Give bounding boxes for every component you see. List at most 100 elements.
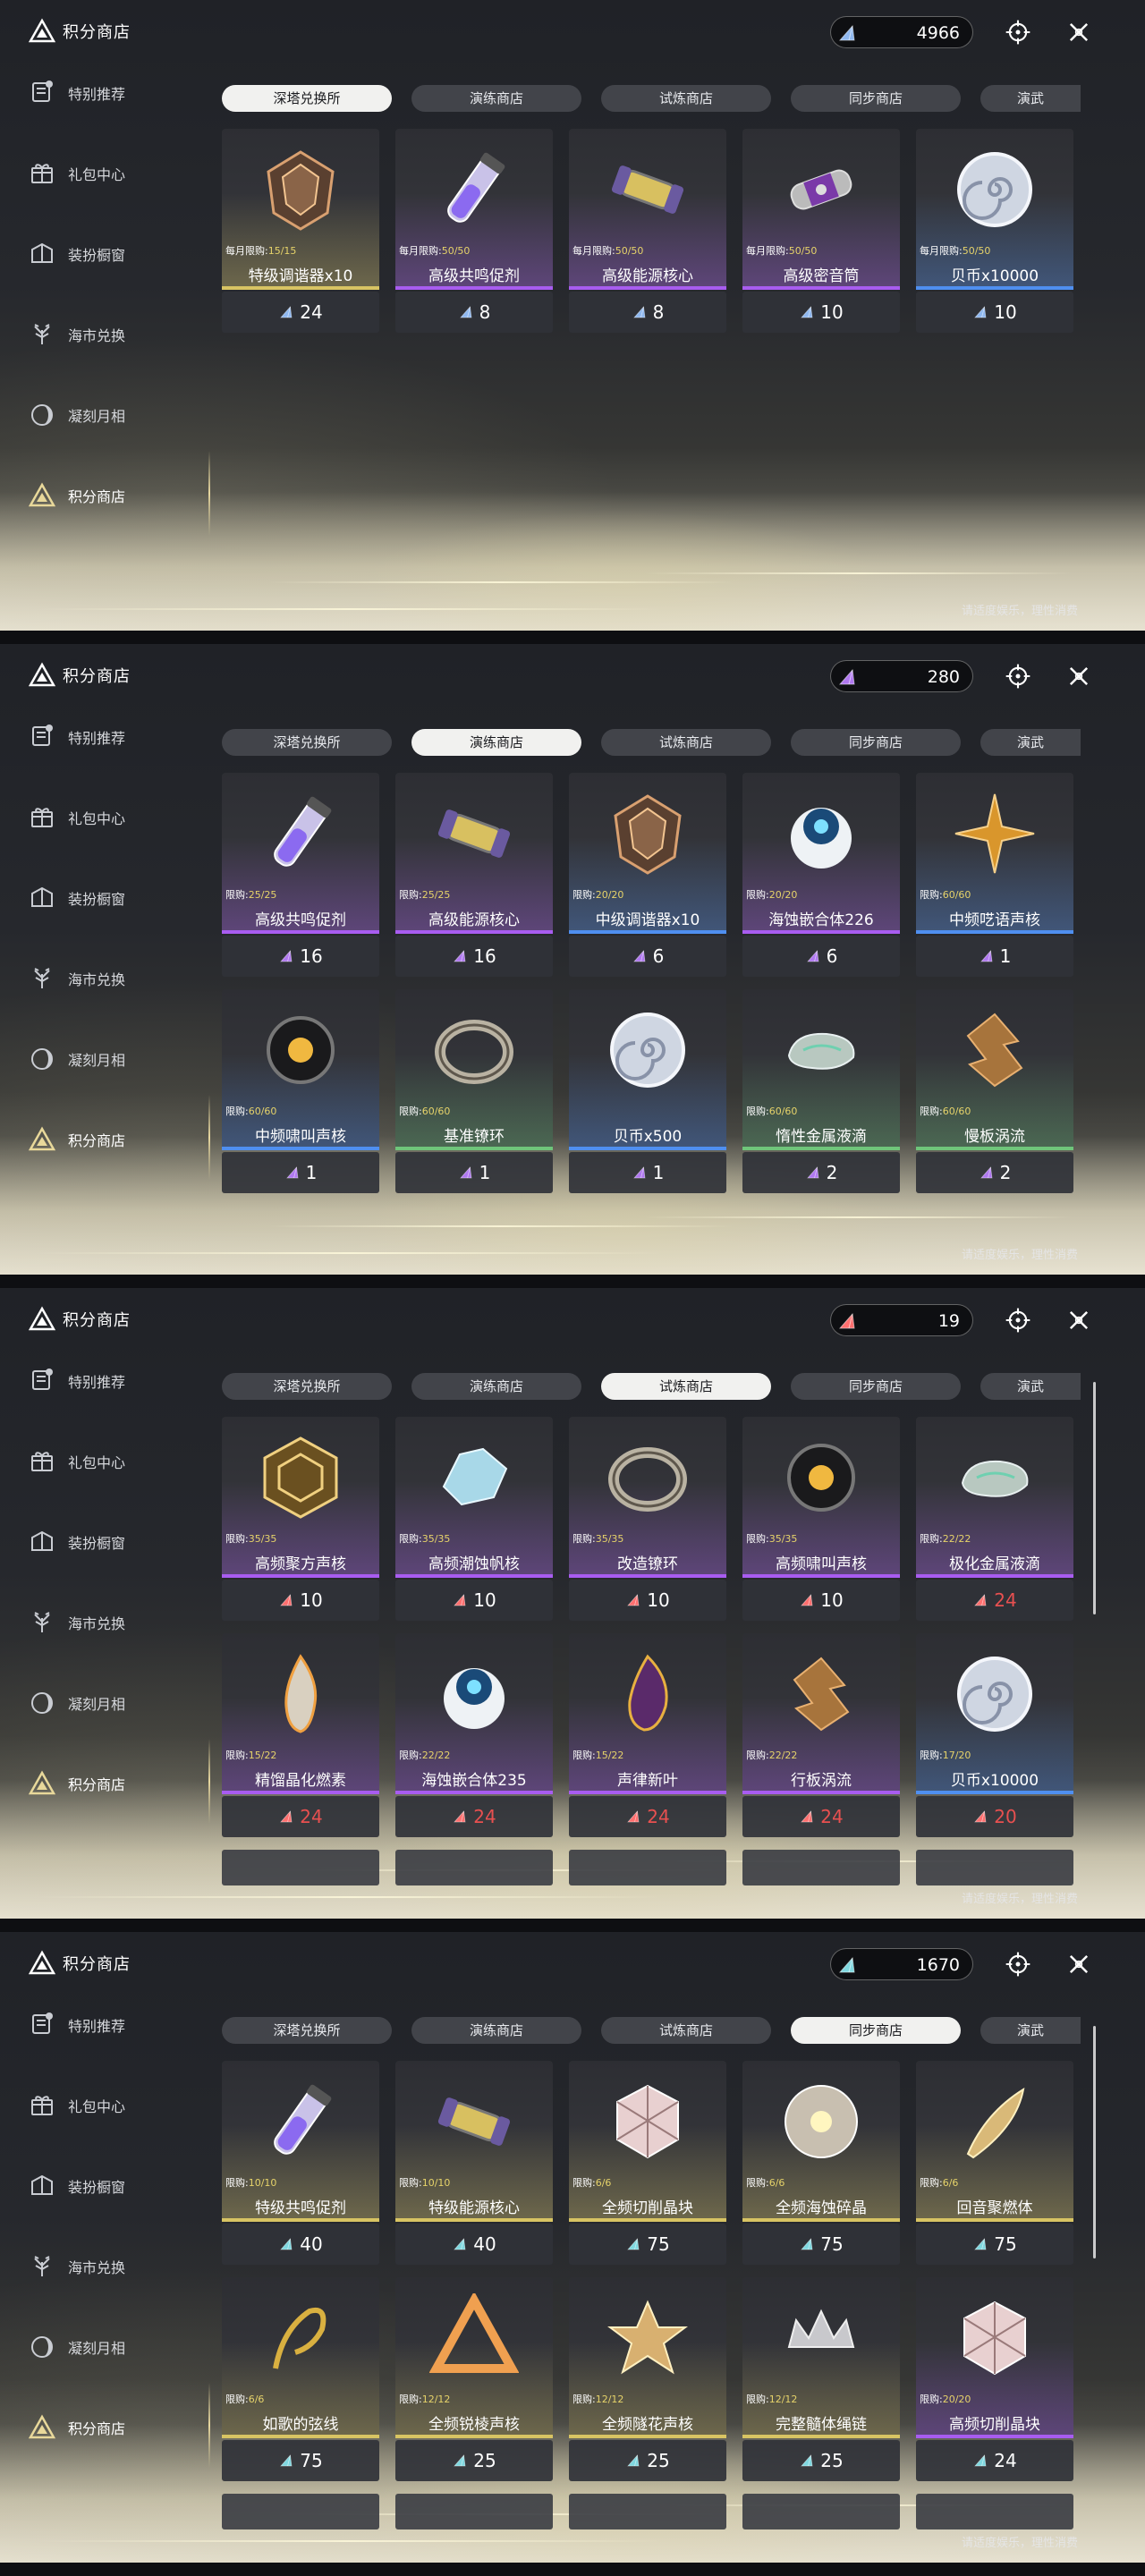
tab-4[interactable]: 演武 bbox=[980, 85, 1081, 112]
item-card[interactable]: 限购:12/12 全频锐棱声核 25 bbox=[395, 2277, 553, 2481]
price-button[interactable]: 24 bbox=[395, 1796, 553, 1837]
tab-2[interactable]: 试炼商店 bbox=[601, 729, 771, 756]
sidebar-item[interactable]: 凝刻月相 bbox=[25, 397, 204, 433]
sidebar-item[interactable]: 特别推荐 bbox=[25, 719, 204, 755]
tab-3[interactable]: 同步商店 bbox=[791, 729, 961, 756]
item-card[interactable]: 限购:10/10 特级能源核心 40 bbox=[395, 2061, 553, 2265]
price-button[interactable]: 24 bbox=[222, 292, 379, 333]
tab-4[interactable]: 演武 bbox=[980, 729, 1081, 756]
item-card[interactable]: 限购:20/20 海蚀嵌合体226 6 bbox=[742, 773, 900, 977]
tab-3[interactable]: 同步商店 bbox=[791, 85, 961, 112]
item-card[interactable]: 限购:20/20 中级调谐器x10 6 bbox=[569, 773, 726, 977]
item-card[interactable]: 限购:6/6 全频海蚀碎晶 75 bbox=[742, 2061, 900, 2265]
tab-3[interactable]: 同步商店 bbox=[791, 1373, 961, 1400]
item-card[interactable]: 限购:10/10 特级共鸣促剂 40 bbox=[222, 2061, 379, 2265]
price-button[interactable]: 1 bbox=[222, 1152, 379, 1193]
sidebar-item[interactable]: 凝刻月相 bbox=[25, 2329, 204, 2365]
price-button[interactable]: 8 bbox=[569, 292, 726, 333]
price-button[interactable]: 75 bbox=[916, 2224, 1073, 2265]
sidebar-item[interactable]: 积分商店 bbox=[25, 1095, 210, 1180]
close-icon[interactable] bbox=[1063, 1948, 1095, 1980]
price-button[interactable]: 2 bbox=[742, 1152, 900, 1193]
tab-3[interactable]: 同步商店 bbox=[791, 2017, 961, 2044]
price-button[interactable]: 75 bbox=[569, 2224, 726, 2265]
scrollbar[interactable] bbox=[1093, 1382, 1096, 1614]
tab-1[interactable]: 演练商店 bbox=[411, 2017, 581, 2044]
price-button[interactable]: 6 bbox=[742, 936, 900, 977]
item-card[interactable]: 限购:22/22 极化金属液滴 24 bbox=[916, 1417, 1073, 1621]
price-button[interactable]: 25 bbox=[395, 2440, 553, 2481]
item-card[interactable]: 限购:35/35 改造镣环 10 bbox=[569, 1417, 726, 1621]
target-icon[interactable] bbox=[1002, 16, 1034, 48]
price-button[interactable]: 24 bbox=[742, 1796, 900, 1837]
tab-0[interactable]: 深塔兑换所 bbox=[222, 729, 392, 756]
item-card[interactable]: 限购:20/20 高频切削晶块 24 bbox=[916, 2277, 1073, 2481]
sidebar-item[interactable]: 特别推荐 bbox=[25, 1363, 204, 1399]
item-card[interactable]: 限购:35/35 高频聚方声核 10 bbox=[222, 1417, 379, 1621]
price-button[interactable]: 10 bbox=[916, 292, 1073, 333]
sidebar-item[interactable]: 凝刻月相 bbox=[25, 1685, 204, 1721]
item-card[interactable]: 每月限购:50/50 高级密音筒 10 bbox=[742, 129, 900, 333]
target-icon[interactable] bbox=[1002, 1304, 1034, 1336]
sidebar-item[interactable]: 积分商店 bbox=[25, 451, 210, 536]
price-button[interactable]: 75 bbox=[742, 2224, 900, 2265]
sidebar-item[interactable]: 特别推荐 bbox=[25, 75, 204, 111]
item-card[interactable]: 限购:15/22 声律新叶 24 bbox=[569, 1633, 726, 1837]
item-card[interactable]: 限购:25/25 高级共鸣促剂 16 bbox=[222, 773, 379, 977]
tab-2[interactable]: 试炼商店 bbox=[601, 1373, 771, 1400]
tab-4[interactable]: 演武 bbox=[980, 2017, 1081, 2044]
price-button[interactable]: 40 bbox=[222, 2224, 379, 2265]
item-card[interactable]: 每月限购:15/15 特级调谐器x10 24 bbox=[222, 129, 379, 333]
item-card[interactable]: 限购:60/60 中频呓语声核 1 bbox=[916, 773, 1073, 977]
price-button[interactable]: 24 bbox=[569, 1796, 726, 1837]
price-button[interactable]: 1 bbox=[569, 1152, 726, 1193]
item-card[interactable]: 限购:22/22 海蚀嵌合体235 24 bbox=[395, 1633, 553, 1837]
item-card[interactable]: 限购:60/60 中频啸叫声核 1 bbox=[222, 989, 379, 1193]
price-button[interactable]: 1 bbox=[916, 936, 1073, 977]
sidebar-item[interactable]: 礼包中心 bbox=[25, 800, 204, 835]
price-button[interactable]: 25 bbox=[569, 2440, 726, 2481]
sidebar-item[interactable]: 海市兑换 bbox=[25, 317, 204, 352]
scrollbar[interactable] bbox=[1093, 2026, 1096, 2258]
price-button[interactable]: 24 bbox=[222, 1796, 379, 1837]
tab-2[interactable]: 试炼商店 bbox=[601, 85, 771, 112]
close-icon[interactable] bbox=[1063, 1304, 1095, 1336]
price-button[interactable]: 24 bbox=[916, 2440, 1073, 2481]
price-button[interactable]: 25 bbox=[742, 2440, 900, 2481]
item-card[interactable]: 限购:25/25 高级能源核心 16 bbox=[395, 773, 553, 977]
sidebar-item[interactable]: 特别推荐 bbox=[25, 2007, 204, 2043]
item-card[interactable]: 每月限购:50/50 高级能源核心 8 bbox=[569, 129, 726, 333]
price-button[interactable]: 10 bbox=[742, 1580, 900, 1621]
item-card[interactable]: 每月限购:50/50 贝币x10000 10 bbox=[916, 129, 1073, 333]
tab-1[interactable]: 演练商店 bbox=[411, 1373, 581, 1400]
sidebar-item[interactable]: 积分商店 bbox=[25, 2383, 210, 2468]
target-icon[interactable] bbox=[1002, 1948, 1034, 1980]
sidebar-item[interactable]: 礼包中心 bbox=[25, 2088, 204, 2123]
price-button[interactable]: 10 bbox=[742, 292, 900, 333]
sidebar-item[interactable]: 装扮橱窗 bbox=[25, 236, 204, 272]
item-card[interactable]: 限购:12/12 全频隧花声核 25 bbox=[569, 2277, 726, 2481]
tab-1[interactable]: 演练商店 bbox=[411, 729, 581, 756]
close-icon[interactable] bbox=[1063, 16, 1095, 48]
item-card[interactable]: 限购:60/60 基准镣环 1 bbox=[395, 989, 553, 1193]
price-button[interactable]: 20 bbox=[916, 1796, 1073, 1837]
sidebar-item[interactable]: 海市兑换 bbox=[25, 1605, 204, 1640]
sidebar-item[interactable]: 装扮橱窗 bbox=[25, 2168, 204, 2204]
tab-0[interactable]: 深塔兑换所 bbox=[222, 2017, 392, 2044]
sidebar-item[interactable]: 装扮橱窗 bbox=[25, 880, 204, 916]
target-icon[interactable] bbox=[1002, 660, 1034, 692]
price-button[interactable]: 16 bbox=[395, 936, 553, 977]
price-button[interactable]: 2 bbox=[916, 1152, 1073, 1193]
price-button[interactable]: 16 bbox=[222, 936, 379, 977]
item-card[interactable]: 限购:15/22 精馏晶化燃素 24 bbox=[222, 1633, 379, 1837]
price-button[interactable]: 6 bbox=[569, 936, 726, 977]
price-button[interactable]: 10 bbox=[395, 1580, 553, 1621]
sidebar-item[interactable]: 凝刻月相 bbox=[25, 1041, 204, 1077]
tab-0[interactable]: 深塔兑换所 bbox=[222, 1373, 392, 1400]
price-button[interactable]: 10 bbox=[222, 1580, 379, 1621]
item-card[interactable]: 限购:17/20 贝币x10000 20 bbox=[916, 1633, 1073, 1837]
sidebar-item[interactable]: 礼包中心 bbox=[25, 156, 204, 191]
sidebar-item[interactable]: 装扮橱窗 bbox=[25, 1524, 204, 1560]
sidebar-item[interactable]: 积分商店 bbox=[25, 1739, 210, 1824]
price-button[interactable]: 75 bbox=[222, 2440, 379, 2481]
